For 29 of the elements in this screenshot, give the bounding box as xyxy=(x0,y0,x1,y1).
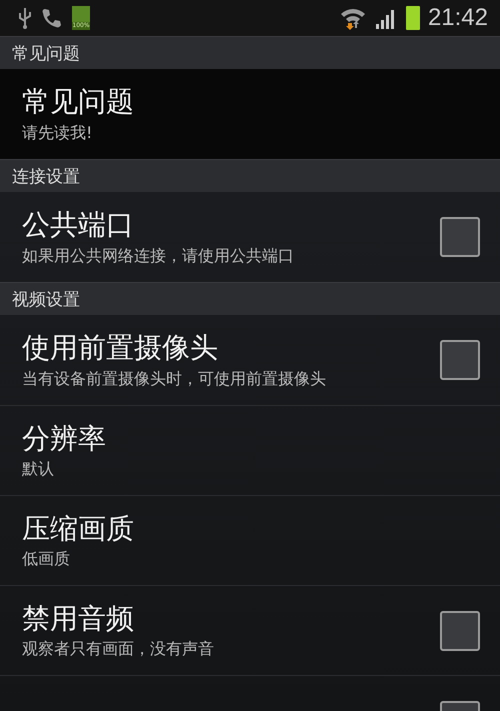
item-subtitle: 观察者只有画面，没有声音 xyxy=(22,639,214,660)
checkbox[interactable] xyxy=(440,217,480,257)
settings-item[interactable]: 常见问题 请先读我! xyxy=(0,69,500,159)
usb-icon xyxy=(18,7,32,29)
item-subtitle: 低画质 xyxy=(22,549,71,570)
item-subtitle: 默认 xyxy=(22,459,55,480)
settings-item[interactable]: 禁用音频 观察者只有画面，没有声音 xyxy=(0,585,500,675)
checkbox[interactable] xyxy=(440,340,480,380)
item-title: 常见问题 xyxy=(22,84,134,120)
battery-icon xyxy=(406,6,420,30)
phone-icon xyxy=(40,6,64,30)
settings-item[interactable]: 使用前置摄像头 当有设备前置摄像头时，可使用前置摄像头 xyxy=(0,315,500,405)
item-title: 压缩画质 xyxy=(22,510,134,547)
item-subtitle: 如果用公共网络连接，请使用公共端口 xyxy=(22,246,294,267)
section-header: 视频设置 xyxy=(0,282,500,315)
clock: 21:42 xyxy=(428,4,488,32)
item-title: 禁用音频 xyxy=(22,600,135,637)
settings-item[interactable]: 分辨率 默认 xyxy=(0,405,500,495)
settings-item[interactable]: 公共端口 如果用公共网络连接，请使用公共端口 xyxy=(0,192,500,282)
wifi-icon xyxy=(340,6,366,30)
checkbox[interactable] xyxy=(440,610,480,650)
section-header: 连接设置 xyxy=(0,159,500,192)
settings-item[interactable]: 压缩画质 低画质 xyxy=(0,495,500,585)
section-header: 常见问题 xyxy=(0,36,500,69)
item-title: 使用前置摄像头 xyxy=(22,330,219,366)
item-subtitle: 请先读我! xyxy=(22,122,94,144)
item-subtitle: 当有设备前置摄像头时，可使用前置摄像头 xyxy=(22,368,326,390)
item-title: 分辨率 xyxy=(22,420,106,457)
item-title: 公共端口 xyxy=(22,207,135,244)
